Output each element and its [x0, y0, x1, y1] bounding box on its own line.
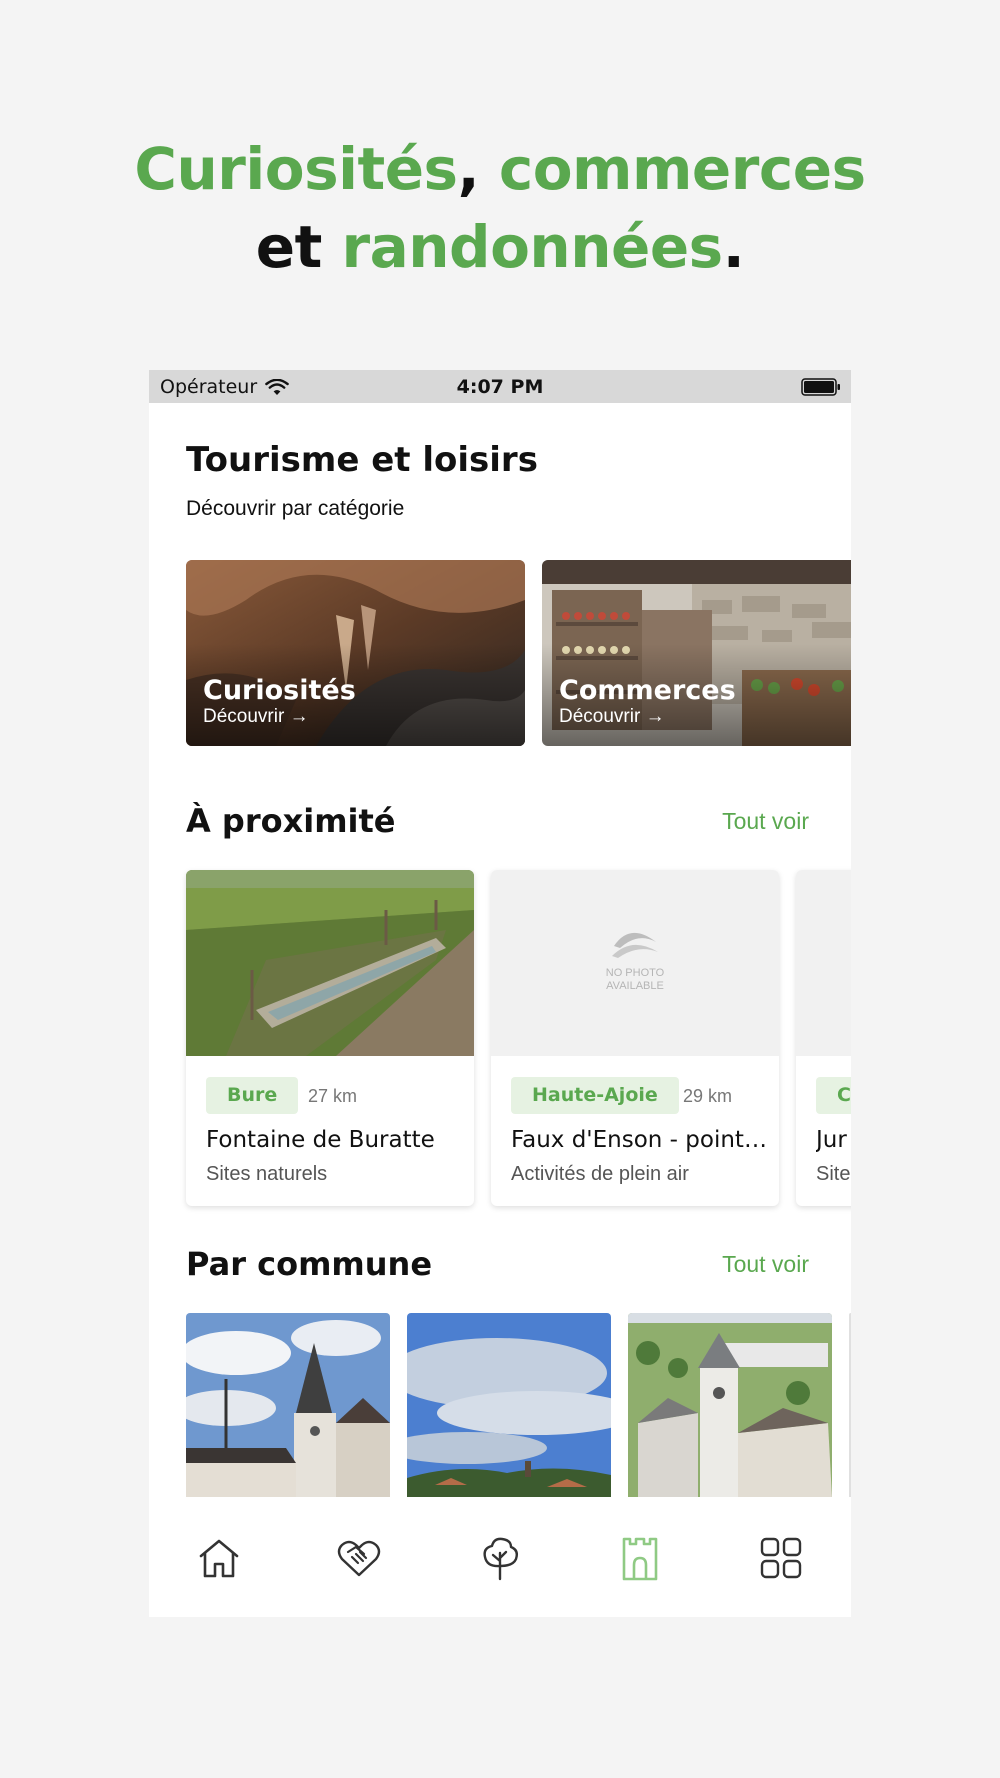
marketing-headline: Curiosités, commerces et randonnées. [0, 130, 1000, 286]
no-photo-icon [612, 932, 658, 958]
location-badge: Haute-Ajoie [511, 1077, 679, 1114]
category-label: Commerces [559, 675, 736, 706]
category-label: Curiosités [203, 675, 356, 706]
nearby-see-all-link[interactable]: Tout voir [722, 808, 809, 835]
commune-landscape-photo [407, 1313, 611, 1498]
fountain-photo [186, 870, 474, 1056]
status-bar: Opérateur 4:07 PM [149, 370, 851, 403]
category-discover-link[interactable]: Découvrir → [203, 706, 309, 728]
commune-card[interactable] [628, 1313, 832, 1498]
nearby-card[interactable]: Bure 27 km Fontaine de Buratte Sites nat… [186, 870, 474, 1206]
category-card-commerces[interactable]: Commerces Découvrir → [542, 560, 851, 746]
headline-word-curiosites: Curiosités [134, 135, 458, 203]
category-card-curiosites[interactable]: Curiosités Découvrir → [186, 560, 525, 746]
headline-line-2: et randonnées. [0, 208, 1000, 286]
location-badge: C [816, 1077, 851, 1114]
tree-icon[interactable] [477, 1535, 523, 1581]
phone-screen: Opérateur 4:07 PM Tourisme et loisirs Dé… [149, 370, 851, 1617]
commune-card[interactable] [849, 1313, 851, 1498]
no-photo-text: NO PHOTO AVAILABLE [605, 967, 665, 992]
commune-village-photo [628, 1313, 832, 1498]
commune-card[interactable] [407, 1313, 611, 1498]
headline-word-randonnees: randonnées [341, 213, 724, 281]
home-icon[interactable] [196, 1535, 242, 1581]
nearby-card[interactable]: C Jur Site [796, 870, 851, 1206]
place-name: Fontaine de Buratte [206, 1127, 435, 1153]
nearby-card[interactable]: NO PHOTO AVAILABLE Haute-Ajoie 29 km Fau… [491, 870, 779, 1206]
no-photo-placeholder: NO PHOTO AVAILABLE [491, 870, 779, 1056]
battery-icon [801, 378, 840, 396]
screen-subtitle: Découvrir par catégorie [186, 497, 405, 520]
grid-icon[interactable] [758, 1535, 804, 1581]
place-category: Site [816, 1163, 851, 1185]
distance-label: 29 km [683, 1086, 733, 1106]
category-discover-link[interactable]: Découvrir → [559, 706, 665, 728]
headline-comma: , [457, 135, 499, 203]
headline-word-et: et [255, 213, 342, 281]
headline-line-1: Curiosités, commerces [0, 130, 1000, 208]
handshake-icon[interactable] [336, 1535, 382, 1581]
commune-church-photo [186, 1313, 390, 1498]
headline-word-commerces: commerces [498, 135, 866, 203]
card-image-placeholder [796, 870, 851, 1056]
communes-see-all-link[interactable]: Tout voir [722, 1251, 809, 1278]
screen-title: Tourisme et loisirs [186, 440, 538, 480]
place-name: Faux d'Enson - point… [511, 1127, 767, 1153]
tab-bar [149, 1497, 851, 1617]
commune-card[interactable] [186, 1313, 390, 1498]
place-name: Jur [816, 1127, 847, 1153]
place-category: Activités de plein air [511, 1163, 689, 1185]
nearby-section-title: À proximité [186, 802, 396, 840]
castle-icon[interactable] [617, 1535, 663, 1581]
communes-section-title: Par commune [186, 1245, 433, 1283]
location-badge: Bure [206, 1077, 299, 1114]
status-time: 4:07 PM [456, 376, 544, 398]
headline-period: . [722, 213, 745, 281]
place-category: Sites naturels [206, 1163, 328, 1185]
distance-label: 27 km [308, 1086, 358, 1106]
